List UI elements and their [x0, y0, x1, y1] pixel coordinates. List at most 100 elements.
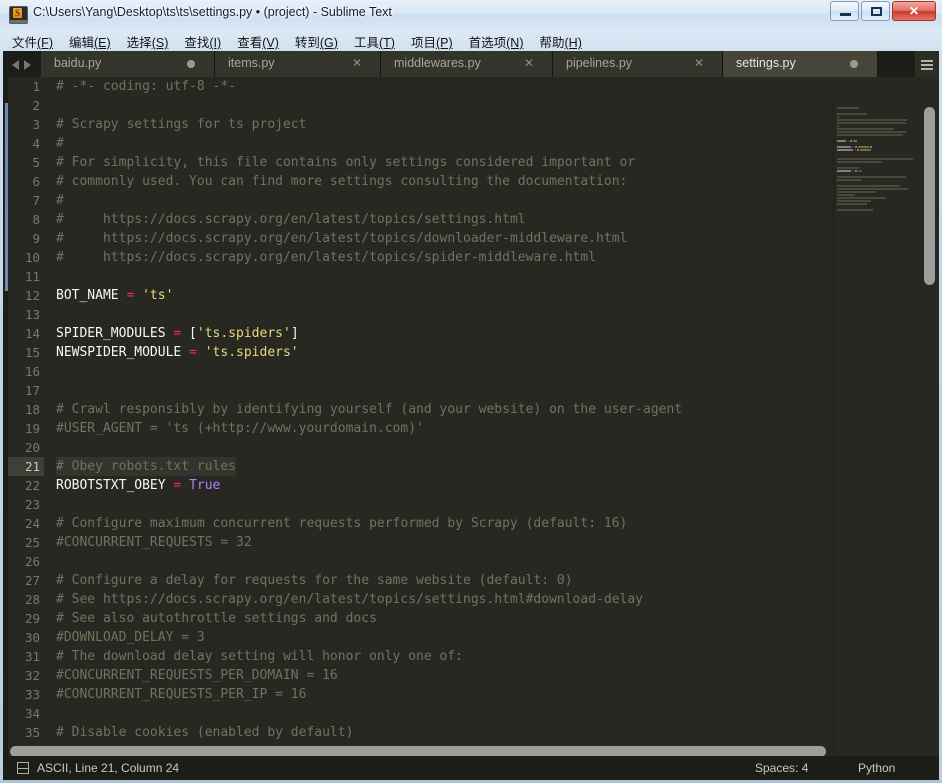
minimap[interactable] — [833, 103, 939, 760]
code-line[interactable]: 1 # -*- coding: utf-8 -*- — [8, 77, 833, 96]
status-indentation[interactable]: Spaces: 4 — [755, 761, 808, 775]
code-line[interactable]: 13 — [8, 305, 833, 324]
menu-item-label: 查看 — [237, 36, 263, 50]
tab-settings-py[interactable]: settings.py — [723, 51, 878, 77]
line-content[interactable]: #DOWNLOAD_DELAY = 3 — [56, 628, 205, 647]
code-line[interactable]: 18 # Crawl responsibly by identifying you… — [8, 400, 833, 419]
line-number: 10 — [24, 250, 40, 265]
tab-middlewares-py[interactable]: middlewares.py ✕ — [381, 51, 553, 77]
code-line[interactable]: 3 # Scrapy settings for ts project — [8, 115, 833, 134]
line-content[interactable]: # Obey robots.txt rules — [56, 457, 237, 476]
line-content[interactable]: BOT_NAME = 'ts' — [56, 286, 173, 305]
status-syntax-mode[interactable]: Python — [858, 761, 895, 775]
code-line[interactable]: 34 — [8, 704, 833, 723]
line-content[interactable]: # Scrapy settings for ts project — [56, 115, 306, 134]
code-line[interactable]: 5 # For simplicity, this file contains on… — [8, 153, 833, 172]
tab-close-icon[interactable]: ✕ — [692, 56, 706, 70]
line-content[interactable]: #CONCURRENT_REQUESTS_PER_IP = 16 — [56, 685, 306, 704]
code-line[interactable]: 16 — [8, 362, 833, 381]
code-line[interactable]: 9 # https://docs.scrapy.org/en/latest/top… — [8, 229, 833, 248]
panel-icon[interactable] — [17, 762, 29, 774]
code-line[interactable]: 14 SPIDER_MODULES = ['ts.spiders'] — [8, 324, 833, 343]
code-line[interactable]: 6 # commonly used. You can find more sett… — [8, 172, 833, 191]
tab-scroll-arrows[interactable] — [3, 51, 41, 77]
code-line[interactable]: 20 — [8, 438, 833, 457]
line-content[interactable]: #CONCURRENT_REQUESTS_PER_DOMAIN = 16 — [56, 666, 338, 685]
line-content[interactable]: #USER_AGENT = 'ts (+http://www.yourdomai… — [56, 419, 424, 438]
code-line[interactable]: 7 # — [8, 191, 833, 210]
close-button[interactable]: ✕ — [892, 1, 936, 21]
menu-item-accelerator: (H) — [564, 36, 582, 50]
line-content[interactable]: # Configure maximum concurrent requests … — [56, 514, 627, 533]
token: # For simplicity, this file contains onl… — [56, 155, 636, 170]
tab-dirty-indicator[interactable] — [850, 60, 858, 68]
line-content[interactable]: # https://docs.scrapy.org/en/latest/topi… — [56, 248, 596, 267]
line-content[interactable]: # https://docs.scrapy.org/en/latest/topi… — [56, 210, 526, 229]
code-line[interactable]: 8 # https://docs.scrapy.org/en/latest/top… — [8, 210, 833, 229]
line-content[interactable]: # See https://docs.scrapy.org/en/latest/… — [56, 590, 643, 609]
code-line[interactable]: 32 #CONCURRENT_REQUESTS_PER_DOMAIN = 16 — [8, 666, 833, 685]
line-number: 18 — [24, 402, 40, 417]
code-line[interactable]: 24 # Configure maximum concurrent request… — [8, 514, 833, 533]
code-line[interactable]: 27 # Configure a delay for requests for t… — [8, 571, 833, 590]
code-line[interactable]: 30 #DOWNLOAD_DELAY = 3 — [8, 628, 833, 647]
code-line[interactable]: 29 # See also autothrottle settings and d… — [8, 609, 833, 628]
line-content[interactable]: ROBOTSTXT_OBEY = True — [56, 476, 220, 495]
line-content[interactable]: # For simplicity, this file contains onl… — [56, 153, 635, 172]
tab-label: settings.py — [736, 56, 796, 70]
code-line[interactable]: 23 — [8, 495, 833, 514]
tab-next-icon[interactable] — [24, 60, 31, 70]
tab-dirty-indicator[interactable] — [187, 60, 195, 68]
tab-pipelines-py[interactable]: pipelines.py ✕ — [553, 51, 723, 77]
maximize-button[interactable] — [861, 1, 890, 21]
line-content[interactable]: # Crawl responsibly by identifying yours… — [56, 400, 682, 419]
tab-baidu-py[interactable]: baidu.py — [41, 51, 215, 77]
line-content[interactable]: #CONCURRENT_REQUESTS = 32 — [56, 533, 252, 552]
line-content[interactable]: # — [56, 191, 64, 210]
minimize-button[interactable] — [830, 1, 859, 21]
token: # https://docs.scrapy.org/en/latest/topi… — [56, 250, 597, 265]
minimap-scrollbar[interactable] — [924, 107, 935, 285]
tab-close-icon[interactable]: ✕ — [350, 56, 364, 70]
line-content[interactable]: # Configure a delay for requests for the… — [56, 571, 573, 590]
line-content[interactable]: NEWSPIDER_MODULE = 'ts.spiders' — [56, 343, 299, 362]
sublime-text-icon: S — [9, 6, 28, 24]
code-line[interactable]: 19 #USER_AGENT = 'ts (+http://www.yourdom… — [8, 419, 833, 438]
line-content[interactable]: # https://docs.scrapy.org/en/latest/topi… — [56, 229, 627, 248]
code-line[interactable]: 31 # The download delay setting will hono… — [8, 647, 833, 666]
token: # Crawl responsibly by identifying yours… — [56, 402, 683, 417]
code-line[interactable]: 33 #CONCURRENT_REQUESTS_PER_IP = 16 — [8, 685, 833, 704]
line-content[interactable]: # commonly used. You can find more setti… — [56, 172, 627, 191]
token: True — [189, 478, 221, 493]
code-line[interactable]: 35 # Disable cookies (enabled by default) — [8, 723, 833, 742]
code-line[interactable]: 11 — [8, 267, 833, 286]
code-line[interactable]: 2 — [8, 96, 833, 115]
close-icon: ✕ — [908, 4, 920, 18]
line-content[interactable]: SPIDER_MODULES = ['ts.spiders'] — [56, 324, 299, 343]
code-line[interactable]: 26 — [8, 552, 833, 571]
line-content[interactable]: # -*- coding: utf-8 -*- — [56, 77, 236, 96]
code-line[interactable]: 17 — [8, 381, 833, 400]
line-content[interactable]: # The download delay setting will honor … — [56, 647, 463, 666]
code-line[interactable]: 15 NEWSPIDER_MODULE = 'ts.spiders' — [8, 343, 833, 362]
code-editor[interactable]: 1 # -*- coding: utf-8 -*- 2 3 # Scrapy setti… — [3, 77, 939, 760]
menu-item-label: 首选项 — [468, 36, 507, 50]
hamburger-menu-icon[interactable] — [915, 51, 939, 77]
line-content[interactable]: # — [56, 134, 64, 153]
line-content[interactable]: # Disable cookies (enabled by default) — [56, 723, 353, 742]
tab-items-py[interactable]: items.py ✕ — [215, 51, 381, 77]
window-title: C:\Users\Yang\Desktop\ts\ts\settings.py … — [33, 5, 392, 19]
tab-prev-icon[interactable] — [12, 60, 19, 70]
line-number: 31 — [24, 649, 40, 664]
code-line[interactable]: 10 # https://docs.scrapy.org/en/latest/to… — [8, 248, 833, 267]
tab-close-icon[interactable]: ✕ — [522, 56, 536, 70]
code-content[interactable]: 1 # -*- coding: utf-8 -*- 2 3 # Scrapy setti… — [8, 77, 833, 760]
code-line[interactable]: 12 BOT_NAME = 'ts' — [8, 286, 833, 305]
code-line[interactable]: 25 #CONCURRENT_REQUESTS = 32 — [8, 533, 833, 552]
line-content[interactable]: # See also autothrottle settings and doc… — [56, 609, 377, 628]
code-line[interactable]: 28 # See https://docs.scrapy.org/en/lates… — [8, 590, 833, 609]
code-line[interactable]: 21 # Obey robots.txt rules — [8, 457, 833, 476]
code-line[interactable]: 22 ROBOTSTXT_OBEY = True — [8, 476, 833, 495]
code-line[interactable]: 4 # — [8, 134, 833, 153]
menu-item-label: 工具 — [353, 36, 379, 50]
